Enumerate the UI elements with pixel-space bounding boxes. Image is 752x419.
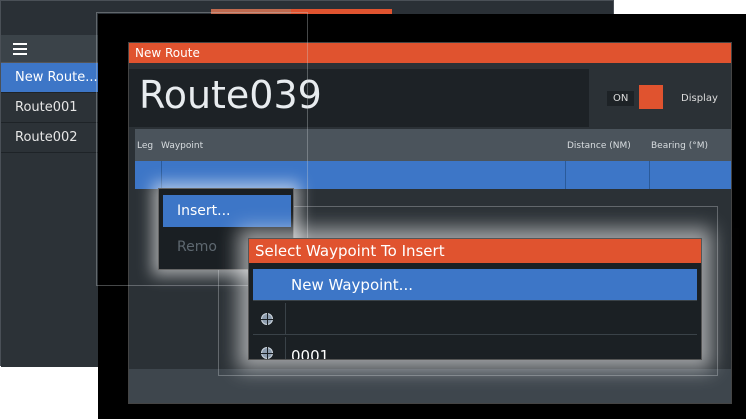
waypoint-icon: [260, 312, 274, 326]
toggle-on-label: ON: [607, 91, 635, 106]
insert-menu-item[interactable]: Insert...: [163, 195, 291, 227]
new-waypoint-label: New Waypoint...: [291, 276, 413, 294]
list-item[interactable]: [253, 303, 697, 335]
new-waypoint-item[interactable]: New Waypoint...: [253, 269, 697, 301]
display-toggle[interactable]: [639, 85, 663, 109]
hamburger-icon[interactable]: [13, 43, 27, 55]
list-item[interactable]: 0001: [253, 337, 697, 359]
column-bearing: Bearing (°M): [651, 141, 708, 151]
column-distance: Distance (NM): [567, 141, 631, 151]
waypoint-name: 0001: [291, 347, 330, 359]
display-label: Display: [681, 93, 718, 104]
waypoint-icon: [260, 346, 274, 359]
dialog-title: Select Waypoint To Insert: [249, 239, 701, 263]
select-waypoint-dialog: Select Waypoint To Insert New Waypoint..…: [248, 238, 702, 360]
